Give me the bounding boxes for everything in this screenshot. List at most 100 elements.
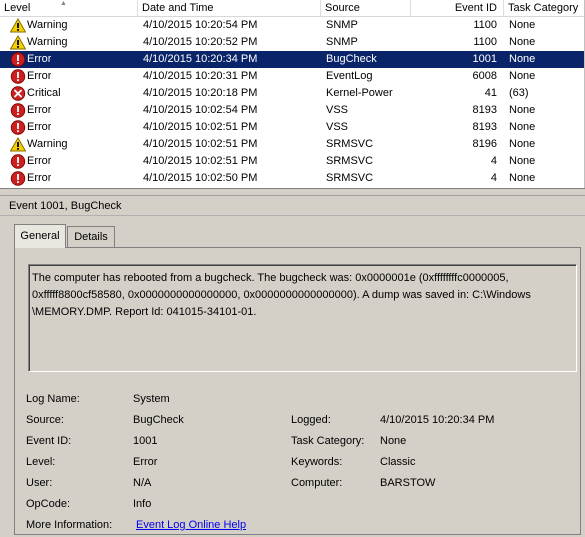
event-level: Warning [27,138,68,150]
event-task-category: None [509,19,536,31]
event-detail-title: Event 1001, BugCheck [0,196,585,216]
log-name-label: Log Name: [26,393,80,405]
event-id-label: Event ID: [26,435,72,447]
event-level: Error [27,121,52,133]
log-name-value: System [133,393,170,405]
event-task-category: None [509,172,536,184]
event-id: 4 [490,155,497,167]
opcode-value: Info [133,498,152,510]
event-task-category: None [509,53,536,65]
computer-value: BARSTOW [380,477,436,489]
event-level: Error [27,70,52,82]
description-line: The computer has rebooted from a bugchec… [32,272,509,284]
error-icon [10,103,26,118]
error-icon [10,52,26,67]
event-log-online-help-link[interactable]: Event Log Online Help [136,515,246,535]
event-id: 6008 [472,70,497,82]
event-date-time: 4/10/2015 10:02:50 PM [143,172,258,184]
source-value: BugCheck [133,414,184,426]
event-id-value: 1001 [133,435,158,447]
pane-splitter[interactable] [0,188,585,196]
event-date-time: 4/10/2015 10:02:51 PM [143,121,258,133]
event-list[interactable]: Level ▲ Date and Time Source Event ID Ta… [0,0,585,188]
event-row[interactable]: Warning 4/10/2015 10:02:51 PM SRMSVC 8196 No… [0,136,585,153]
event-level: Warning [27,19,68,31]
column-header-source[interactable]: Source [321,0,411,16]
column-header-level[interactable]: Level [0,0,138,16]
event-source: VSS [326,104,349,116]
sort-arrow-icon: ▲ [60,0,67,7]
task-category-value: None [380,435,407,447]
logged-value: 4/10/2015 10:20:34 PM [380,414,495,426]
event-level: Warning [27,36,68,48]
event-row[interactable]: Error 4/10/2015 10:02:54 PM VSS 8193 None [0,102,585,119]
warning-icon [9,136,27,152]
level-value: Error [133,456,158,468]
event-task-category: None [509,138,536,150]
event-row[interactable]: Error 4/10/2015 10:02:51 PM VSS 8193 None [0,119,585,136]
event-id: 4 [490,172,497,184]
warning-icon [9,34,27,50]
event-date-time: 4/10/2015 10:02:51 PM [143,155,258,167]
event-row[interactable]: Critical 4/10/2015 10:20:18 PM Kernel-Powe… [0,85,585,102]
event-row[interactable]: Error 4/10/2015 10:20:31 PM EventLog 6008 No… [0,68,585,85]
logged-label: Logged: [291,414,331,426]
event-row[interactable]: Error 4/10/2015 10:02:51 PM SRMSVC 4 None [0,153,585,170]
event-task-category: (63) [509,87,529,99]
column-header-event-id[interactable]: Event ID [411,0,504,16]
more-information-label: More Information: [26,519,113,531]
user-label: User: [26,477,53,489]
error-icon [10,120,26,135]
event-description-box[interactable]: The computer has rebooted from a bugchec… [28,264,577,372]
event-source: SRMSVC [326,172,374,184]
event-date-time: 4/10/2015 10:20:54 PM [143,19,258,31]
event-level: Error [27,53,52,65]
opcode-label: OpCode: [26,498,71,510]
column-header-task-category[interactable]: Task Category [504,0,585,16]
event-id: 8193 [472,104,497,116]
event-source: Kernel-Power [326,87,393,99]
event-date-time: 4/10/2015 10:20:34 PM [143,53,258,65]
event-level: Error [27,104,52,116]
description-line: 0xfffff8800cf58580, 0x0000000000000000, … [32,289,531,301]
event-task-category: None [509,70,536,82]
event-properties: Log Name: System Source: BugCheck Logged… [0,389,585,535]
event-id: 41 [484,87,497,99]
event-row[interactable]: Warning 4/10/2015 10:20:54 PM SNMP 1100 None [0,17,585,34]
event-source: SRMSVC [326,155,374,167]
event-row[interactable]: Error 4/10/2015 10:20:34 PM BugCheck 1001 No… [0,51,585,68]
tab-general[interactable]: General [14,224,66,248]
event-id: 1100 [473,19,497,31]
computer-label: Computer: [291,477,343,489]
event-source: SNMP [326,36,358,48]
description-line: \MEMORY.DMP. Report Id: 041015-34101-01. [32,306,257,318]
event-id: 8193 [472,121,497,133]
column-header-date-time[interactable]: Date and Time [138,0,321,16]
event-level: Error [27,172,52,184]
warning-icon [9,17,27,33]
event-source: VSS [326,121,349,133]
task-category-label: Task Category: [291,435,365,447]
event-date-time: 4/10/2015 10:20:18 PM [143,87,258,99]
tab-details[interactable]: Details [67,226,115,248]
error-icon [10,171,26,186]
critical-icon [10,86,26,101]
event-level: Critical [27,87,61,99]
event-date-time: 4/10/2015 10:20:52 PM [143,36,258,48]
event-list-header: Level ▲ Date and Time Source Event ID Ta… [0,0,585,17]
event-source: BugCheck [326,53,377,65]
event-id: 8196 [472,138,497,150]
keywords-label: Keywords: [291,456,343,468]
event-date-time: 4/10/2015 10:20:31 PM [143,70,258,82]
event-id: 1100 [473,36,497,48]
keywords-value: Classic [380,456,416,468]
event-row[interactable]: Warning 4/10/2015 10:20:52 PM SNMP 1100 None [0,34,585,51]
event-source: SNMP [326,19,358,31]
event-task-category: None [509,104,536,116]
event-level: Error [27,155,52,167]
event-date-time: 4/10/2015 10:02:54 PM [143,104,258,116]
event-row[interactable]: Error 4/10/2015 10:02:50 PM SRMSVC 4 None [0,170,585,187]
event-date-time: 4/10/2015 10:02:51 PM [143,138,258,150]
source-label: Source: [26,414,64,426]
error-icon [10,154,26,169]
